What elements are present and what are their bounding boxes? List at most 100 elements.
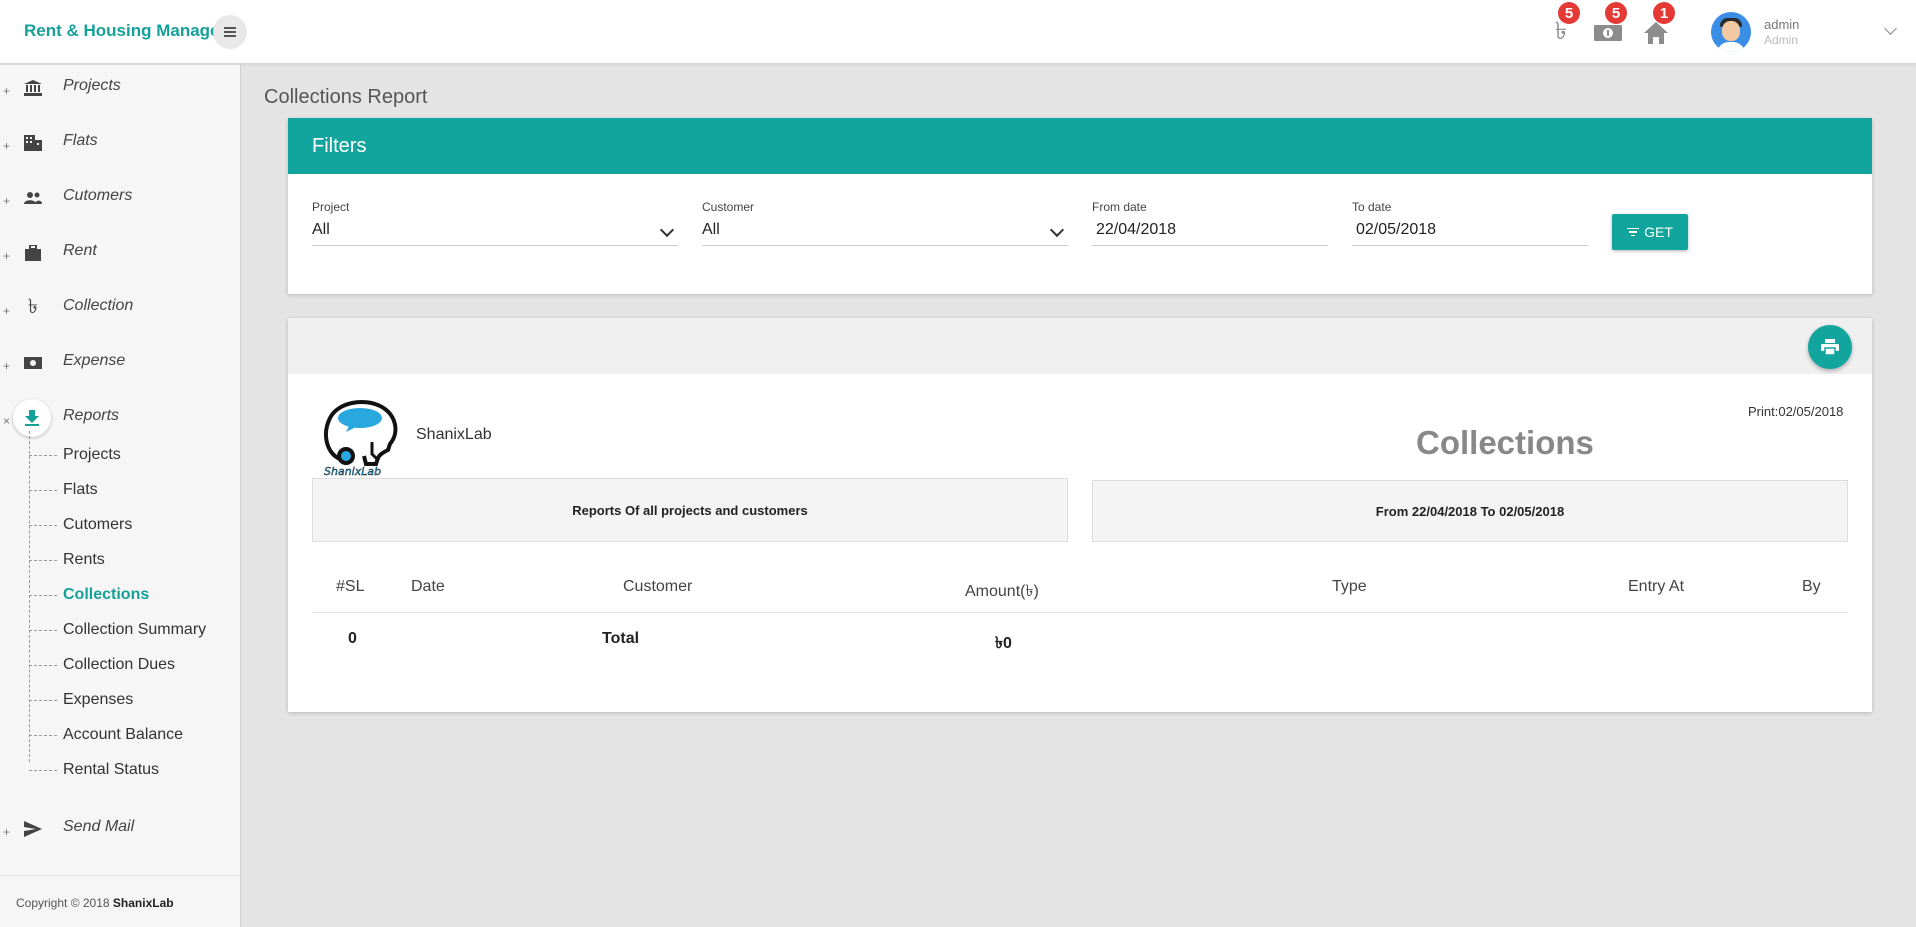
collection-notification-button[interactable]: ৳ 5 xyxy=(1544,2,1580,50)
expand-icon[interactable]: + xyxy=(3,249,10,263)
print-date: Print:02/05/2018 xyxy=(1748,404,1844,419)
sidebar-item-label: Send Mail xyxy=(63,818,135,835)
total-count: 0 xyxy=(348,630,357,647)
printer-icon xyxy=(1821,339,1839,355)
expand-icon[interactable]: + xyxy=(3,139,10,153)
project-label: Project xyxy=(312,200,350,214)
table-header-divider xyxy=(312,612,1848,613)
sidebar-item-label: Collection xyxy=(63,297,134,314)
report-card: ShanixLab ShanixLab Print:02/05/2018 Col… xyxy=(288,318,1872,712)
from-date-label: From date xyxy=(1092,200,1147,214)
chevron-down-icon xyxy=(1049,222,1065,238)
expand-icon[interactable]: + xyxy=(3,304,10,318)
chevron-down-icon[interactable] xyxy=(1884,22,1897,35)
expense-notification-button[interactable]: 5 xyxy=(1591,2,1627,50)
project-value: All xyxy=(312,221,330,238)
filters-heading: Filters xyxy=(312,135,367,157)
filters-card: Filters Project All Customer All From da… xyxy=(288,118,1872,294)
report-title: Collections xyxy=(1416,424,1594,461)
sidebar-subitem-label: Rental Status xyxy=(63,761,160,778)
sidebar-subitem-rents[interactable]: Rents xyxy=(29,546,239,576)
sidebar-subitem-collection-dues[interactable]: Collection Dues xyxy=(29,651,239,681)
sidebar-subitem-label: Rents xyxy=(63,551,105,568)
sidebar-item-label: Flats xyxy=(63,132,98,149)
sidebar-subitem-label: Collection Dues xyxy=(63,656,176,673)
notification-badge: 5 xyxy=(1605,2,1627,24)
project-select[interactable]: Project All xyxy=(312,200,678,246)
expand-icon[interactable]: + xyxy=(3,359,10,373)
sidebar-subitem-projects[interactable]: Projects xyxy=(29,441,239,471)
top-bar: Rent & Housing Manage ৳ 5 5 1 admin Admi… xyxy=(0,0,1916,64)
bank-icon xyxy=(20,75,46,101)
sidebar-item-cutomers[interactable]: + Cutomers xyxy=(0,175,240,230)
sidebar-item-collection[interactable]: + ৳ Collection xyxy=(0,285,240,340)
column-header-amount[interactable]: Amount(৳) xyxy=(965,578,1039,605)
expand-icon[interactable]: + xyxy=(3,825,10,839)
taka-icon: ৳ xyxy=(28,295,38,318)
collapse-icon[interactable]: × xyxy=(3,414,10,428)
sidebar-subitem-label: Cutomers xyxy=(63,516,133,533)
sidebar-subitem-label: Expenses xyxy=(63,691,134,708)
report-range-text: From 22/04/2018 To 02/05/2018 xyxy=(1375,503,1565,519)
sidebar-subitem-flats[interactable]: Flats xyxy=(29,476,239,506)
to-date-field[interactable]: To date 02/05/2018 xyxy=(1352,200,1588,246)
company-logo: ShanixLab xyxy=(324,400,398,476)
report-scope-text: Reports Of all projects and customers xyxy=(572,502,808,518)
notification-badge: 5 xyxy=(1558,2,1580,24)
sidebar-subitem-label: Flats xyxy=(63,481,98,498)
expand-icon[interactable]: + xyxy=(3,194,10,208)
sidebar: + Projects + Flats + Cutomers + Rent + ৳… xyxy=(0,65,241,927)
app-brand[interactable]: Rent & Housing Manage xyxy=(24,21,220,41)
print-button[interactable] xyxy=(1808,325,1852,369)
briefcase-icon xyxy=(20,240,46,266)
sidebar-subitem-rental-status[interactable]: Rental Status xyxy=(29,756,239,786)
rent-notification-button[interactable]: 1 xyxy=(1639,2,1675,50)
customer-value: All xyxy=(702,221,720,238)
sidebar-item-label: Projects xyxy=(63,77,121,94)
column-header-by[interactable]: By xyxy=(1802,578,1821,596)
column-header-sl[interactable]: #SL xyxy=(336,578,364,596)
sidebar-item-label: Cutomers xyxy=(63,187,133,204)
sidebar-subitem-label: Collection Summary xyxy=(63,621,207,638)
sidebar-item-expense[interactable]: + Expense xyxy=(0,340,240,395)
user-avatar[interactable] xyxy=(1711,12,1751,52)
column-header-type[interactable]: Type xyxy=(1332,578,1367,596)
sidebar-item-flats[interactable]: + Flats xyxy=(0,120,240,175)
hamburger-icon xyxy=(224,27,236,37)
get-button[interactable]: GET xyxy=(1612,214,1688,250)
sidebar-subitem-collection-summary[interactable]: Collection Summary xyxy=(29,616,239,646)
column-header-entry-at[interactable]: Entry At xyxy=(1628,578,1684,596)
copyright-company[interactable]: ShanixLab xyxy=(113,896,174,910)
download-icon xyxy=(13,399,51,437)
people-icon xyxy=(20,185,46,211)
get-button-label: GET xyxy=(1644,224,1673,240)
to-date-value: 02/05/2018 xyxy=(1356,221,1437,238)
column-header-date[interactable]: Date xyxy=(411,578,445,596)
company-name: ShanixLab xyxy=(416,426,492,443)
sidebar-item-send-mail[interactable]: + Send Mail xyxy=(0,806,240,861)
from-date-field[interactable]: From date 22/04/2018 xyxy=(1092,200,1328,246)
chevron-down-icon xyxy=(659,222,675,238)
sidebar-item-label: Rent xyxy=(63,242,97,259)
customer-select[interactable]: Customer All xyxy=(702,200,1068,246)
customer-label: Customer xyxy=(702,200,755,214)
sidebar-item-rent[interactable]: + Rent xyxy=(0,230,240,285)
sidebar-subitem-label: Collections xyxy=(63,586,150,603)
report-scope-box: Reports Of all projects and customers xyxy=(312,478,1068,542)
report-toolbar xyxy=(288,318,1872,374)
menu-toggle-button[interactable] xyxy=(213,15,247,49)
total-amount: ৳0 xyxy=(995,635,1012,652)
building-icon xyxy=(20,130,46,156)
column-header-customer[interactable]: Customer xyxy=(623,578,692,596)
sidebar-subitem-expenses[interactable]: Expenses xyxy=(29,686,239,716)
sidebar-item-projects[interactable]: + Projects xyxy=(0,65,240,120)
notification-badge: 1 xyxy=(1653,2,1675,24)
filters-header: Filters xyxy=(288,118,1872,174)
copyright-text: Copyright © 2018 ShanixLab xyxy=(16,896,174,910)
sidebar-subitem-account-balance[interactable]: Account Balance xyxy=(29,721,239,751)
sidebar-subitem-cutomers[interactable]: Cutomers xyxy=(29,511,239,541)
expand-icon[interactable]: + xyxy=(3,84,10,98)
sidebar-subitem-collections[interactable]: Collections xyxy=(29,581,239,611)
money-icon xyxy=(20,350,46,376)
user-name[interactable]: admin xyxy=(1764,17,1799,32)
